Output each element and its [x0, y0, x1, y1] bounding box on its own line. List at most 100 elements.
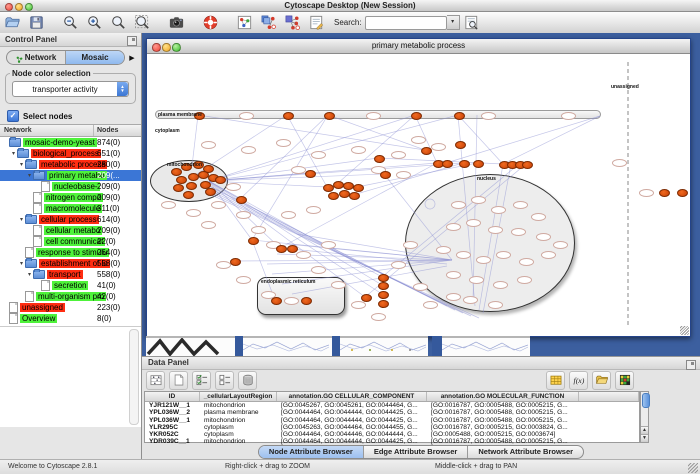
network-node-colored[interactable] [271, 297, 282, 305]
table-scrollbar-thumb[interactable] [642, 393, 650, 408]
network-window-titlebar[interactable]: primary metabolic process [147, 39, 690, 54]
disclosure-arrow-icon[interactable]: ▾ [18, 216, 25, 223]
disclosure-arrow-icon[interactable]: ▾ [26, 271, 33, 278]
network-node-colored[interactable] [459, 160, 470, 168]
tab-network[interactable]: Network [7, 51, 66, 64]
tree-row[interactable]: ▾transport558(0) [0, 269, 141, 280]
open-file-button[interactable] [592, 371, 611, 390]
network-node[interactable] [541, 251, 556, 259]
network-node-colored[interactable] [677, 189, 688, 197]
tree-row[interactable]: nitrogen compo209(0) [0, 192, 141, 203]
network-node[interactable] [413, 283, 428, 291]
network-node-colored[interactable] [328, 192, 339, 200]
network-node[interactable] [446, 223, 461, 231]
tree-row[interactable]: nucleobase-209(0) [0, 181, 141, 192]
tree-row[interactable]: ▾establishment of lo558(0) [0, 258, 141, 269]
network-node[interactable] [226, 183, 241, 191]
layout-a-icon[interactable] [259, 14, 277, 32]
network-node-colored[interactable] [473, 160, 484, 168]
network-node[interactable] [436, 246, 451, 254]
network-node[interactable] [517, 276, 532, 284]
network-node-colored[interactable] [301, 297, 312, 305]
network-node[interactable] [201, 141, 216, 149]
network-node[interactable] [469, 276, 484, 284]
network-node[interactable] [306, 206, 321, 214]
network-node[interactable] [371, 313, 386, 321]
network-node[interactable] [351, 146, 366, 154]
network-node[interactable] [536, 233, 551, 241]
search-input[interactable] [365, 16, 447, 30]
network-node[interactable] [411, 136, 426, 144]
network-node[interactable] [612, 159, 627, 167]
table-cell[interactable]: [GO:0044464, GO:0044446, GO:0044444, G..… [277, 431, 427, 438]
disclosure-arrow-icon[interactable] [34, 283, 41, 289]
table-cell[interactable]: mitochondrion [200, 417, 277, 424]
table-scrollbar[interactable]: ▲ ▼ [640, 391, 649, 443]
unselect-attrs-button[interactable] [215, 371, 234, 390]
function-builder-button[interactable]: f(x) [569, 371, 588, 390]
network-node-colored[interactable] [215, 176, 226, 184]
network-node[interactable] [456, 251, 471, 259]
network-node-colored[interactable] [343, 182, 354, 190]
disclosure-arrow-icon[interactable] [18, 250, 25, 256]
network-node[interactable] [488, 226, 503, 234]
network-node[interactable] [511, 228, 526, 236]
select-attrs-button[interactable] [192, 371, 211, 390]
table-cell[interactable]: plasma membrane [200, 409, 277, 416]
tree-row[interactable]: Overview8(0) [0, 313, 141, 324]
attr-grid-button[interactable] [146, 371, 165, 390]
disclosure-arrow-icon[interactable] [2, 316, 9, 322]
tree-col-network[interactable]: Network [0, 125, 94, 136]
table-header-cell[interactable]: ID [145, 392, 200, 401]
network-node-colored[interactable] [171, 168, 182, 176]
network-node-colored[interactable] [361, 294, 372, 302]
table-cell[interactable]: [GO:0016787, GO:0005215, GO:0003824, G..… [427, 424, 579, 431]
network-node-colored[interactable] [186, 182, 197, 190]
network-node-colored[interactable] [236, 196, 247, 204]
disclosure-arrow-icon[interactable]: ▾ [18, 161, 25, 168]
table-row[interactable]: YJR121W__1mitochondrion[GO:0045267, GO:0… [145, 402, 639, 409]
table-cell[interactable]: YJR121W__1 [145, 402, 200, 409]
network-node-colored[interactable] [442, 160, 453, 168]
network-node-colored[interactable] [522, 161, 533, 169]
tab-edge-attribute-browser[interactable]: Edge Attribute Browser [364, 446, 468, 458]
table-cell[interactable]: [GO:0045263, GO:0044464, GO:0044455, G..… [277, 424, 427, 431]
network-node[interactable] [211, 201, 226, 209]
network-node[interactable] [466, 219, 481, 227]
network-node[interactable] [476, 256, 491, 264]
network-node[interactable] [403, 241, 418, 249]
network-node-colored[interactable] [380, 171, 391, 179]
network-node-colored[interactable] [183, 191, 194, 199]
disclosure-arrow-icon[interactable] [2, 140, 9, 146]
disclosure-arrow-icon[interactable] [18, 294, 25, 300]
delete-attr-button[interactable] [238, 371, 257, 390]
network-node-colored[interactable] [454, 112, 465, 120]
network-node[interactable] [331, 281, 346, 289]
network-node[interactable] [276, 139, 291, 147]
network-node-colored[interactable] [374, 155, 385, 163]
network-node[interactable] [423, 301, 438, 309]
network-node[interactable] [311, 266, 326, 274]
network-node-colored[interactable] [378, 274, 389, 282]
window-resize-grip[interactable] [680, 326, 689, 335]
zoom-out-icon[interactable] [61, 14, 79, 32]
node-color-dropdown[interactable]: transporter activity ▲▼ [12, 81, 129, 97]
network-node[interactable] [513, 201, 528, 209]
search-dropdown-button[interactable]: ▾ [447, 15, 460, 30]
tree-row[interactable]: response to stimulu264(0) [0, 247, 141, 258]
network-node-colored[interactable] [378, 300, 389, 308]
network-node[interactable] [391, 261, 406, 269]
zoom-fit-icon[interactable] [133, 14, 151, 32]
network-node[interactable] [451, 201, 466, 209]
snapshot-icon[interactable] [167, 14, 185, 32]
network-node-colored[interactable] [659, 189, 670, 197]
disclosure-arrow-icon[interactable] [2, 305, 9, 311]
disclosure-arrow-icon[interactable] [34, 184, 41, 190]
network-node-colored[interactable] [287, 245, 298, 253]
tree-row[interactable]: unassigned223(0) [0, 302, 141, 313]
table-row[interactable]: YKR052Ccytoplasm[GO:0044464, GO:0044446,… [145, 431, 639, 438]
table-row[interactable]: YPL036W__2plasma membrane[GO:0044464, GO… [145, 409, 639, 416]
disclosure-arrow-icon[interactable] [26, 239, 33, 245]
control-panel-scrollbar[interactable] [129, 329, 139, 425]
network-node-colored[interactable] [333, 181, 344, 189]
